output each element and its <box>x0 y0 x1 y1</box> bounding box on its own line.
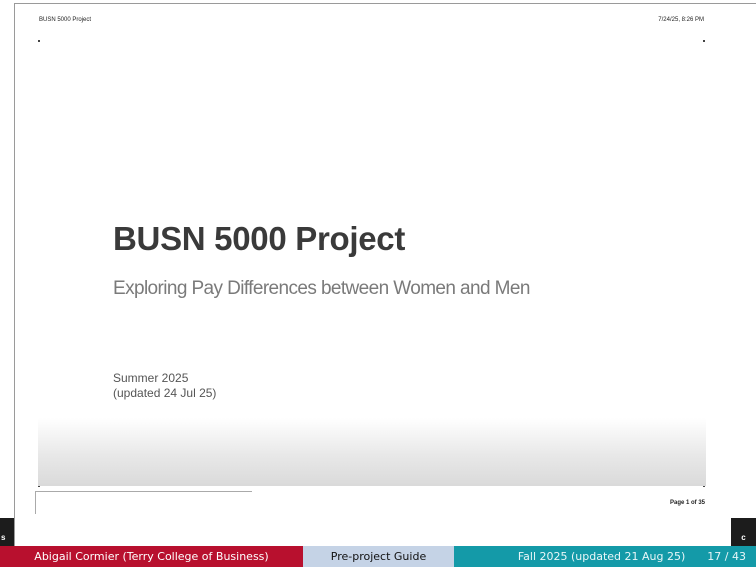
print-page-count: Page 1 of 35 <box>669 500 705 506</box>
beamer-footline: Abigail Cormier (Terry College of Busine… <box>0 546 756 567</box>
title-slide: BUSN 5000 Project Exploring Pay Differen… <box>38 42 706 486</box>
side-tab-right[interactable]: c <box>731 518 756 546</box>
footline-title: Pre-project Guide <box>303 546 454 567</box>
slide-title: BUSN 5000 Project <box>113 220 406 257</box>
footline-date: Fall 2025 (updated 21 Aug 25) 17 / 43 <box>454 546 756 567</box>
footline-title-text: Pre-project Guide <box>330 550 427 563</box>
print-footer-box <box>35 491 252 514</box>
slide-gradient-band <box>38 418 706 486</box>
footline-author-text: Abigail Cormier (Terry College of Busine… <box>34 550 269 563</box>
frame-number: 17 / 43 <box>707 550 746 563</box>
footline-date-text: Fall 2025 (updated 21 Aug 25) <box>517 550 686 563</box>
slide-term: Summer 2025 <box>113 371 189 385</box>
slide-subtitle: Exploring Pay Differences between Women … <box>113 278 530 299</box>
footline-author: Abigail Cormier (Terry College of Busine… <box>0 546 303 567</box>
slide-term-block: Summer 2025 (updated 24 Jul 25) <box>113 371 216 401</box>
print-header-title: BUSN 5000 Project <box>39 17 92 23</box>
print-header-timestamp: 7/24/25, 8:26 PM <box>658 17 704 23</box>
side-tab-left[interactable]: s <box>0 518 14 546</box>
slide-updated: (updated 24 Jul 25) <box>113 386 217 400</box>
